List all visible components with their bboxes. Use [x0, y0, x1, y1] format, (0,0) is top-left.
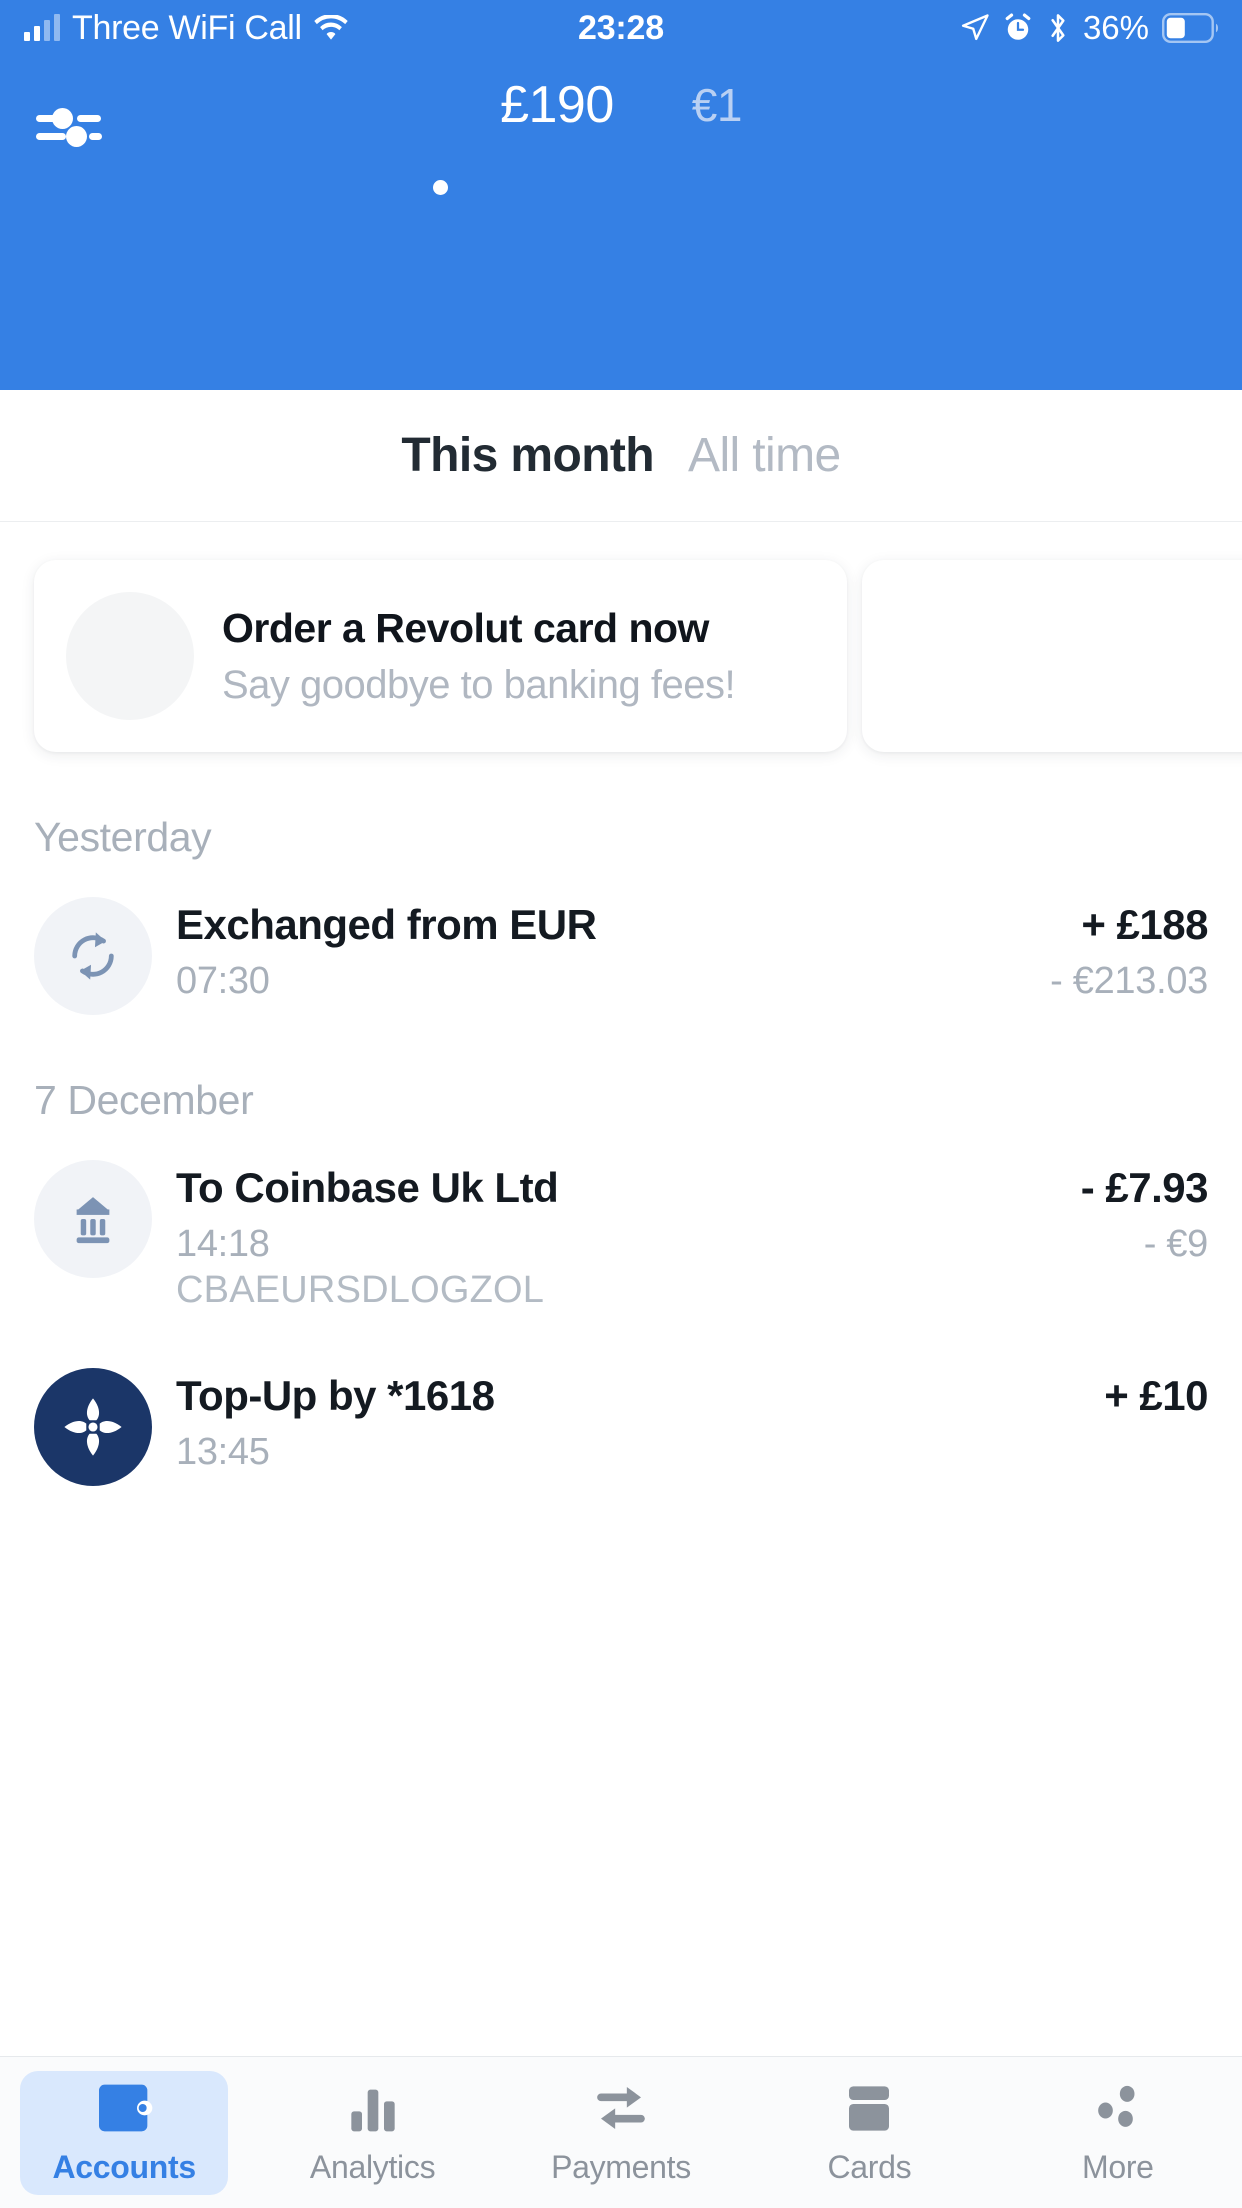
tab-label-cards: Cards — [827, 2149, 912, 2185]
balance-secondary: €1 — [691, 79, 743, 131]
bottom-tab-bar: Accounts Analytics Payments Cards More — [0, 2056, 1242, 2208]
transaction-amount-secondary: - €213.03 — [1050, 960, 1208, 1003]
clock-label: 23:28 — [578, 8, 664, 47]
app-screen: Three WiFi Call 23:28 36% £190 €1 This m… — [0, 0, 1242, 2208]
battery-icon — [1162, 13, 1222, 43]
alarm-clock-icon — [1003, 13, 1033, 43]
transaction-amounts: - £7.93 - €9 — [938, 1158, 1209, 1267]
promo-subtitle: Say goodbye to banking fees! — [222, 663, 736, 708]
promo-title: Order a Revolut card now — [222, 604, 709, 651]
more-dots-icon — [1091, 2079, 1145, 2133]
transfer-arrows-icon — [593, 2079, 649, 2133]
tab-label-payments: Payments — [551, 2149, 691, 2185]
period-tab-bar: This month All time — [0, 390, 1242, 522]
balance-primary: £190 — [500, 76, 614, 134]
wallet-icon — [95, 2079, 153, 2133]
tab-analytics[interactable]: Analytics — [248, 2057, 496, 2208]
transaction-reference: CBAEURSDLOGZOL — [176, 1269, 545, 1312]
credit-card-icon — [842, 2079, 896, 2133]
promo-carousel[interactable]: Order a Revolut card now Say goodbye to … — [0, 538, 1242, 778]
rbs-bank-logo-icon — [34, 1367, 152, 1486]
tab-all-time[interactable]: All time — [688, 428, 841, 483]
transaction-title: To Coinbase Uk Ltd — [176, 1164, 559, 1211]
transaction-time: 14:18 — [176, 1223, 270, 1266]
transaction-amounts: + £188 - €213.03 — [938, 895, 1208, 1004]
transaction-body: Top-Up by *1618 13:45 — [176, 1366, 938, 1475]
transaction-row-to-coinbase-uk-ltd[interactable]: To Coinbase Uk Ltd 14:18 CBAEURSDLOGZOL … — [0, 1132, 1242, 1340]
tab-payments[interactable]: Payments — [497, 2057, 745, 2208]
transaction-time: 13:45 — [176, 1430, 270, 1473]
promo-card-order-revolut-card[interactable]: Order a Revolut card now Say goodbye to … — [34, 560, 847, 752]
transaction-amount: + £188 — [1081, 901, 1208, 948]
tab-cards[interactable]: Cards — [745, 2057, 993, 2208]
transaction-body: Exchanged from EUR 07:30 — [176, 895, 938, 1004]
battery-percent-label: 36% — [1082, 9, 1149, 46]
header-balance-row: £190 €1 — [0, 56, 1242, 195]
bluetooth-icon — [1046, 12, 1070, 44]
transaction-amounts: + £10 — [938, 1366, 1208, 1419]
bar-chart-icon — [347, 2079, 399, 2133]
exchange-arrows-icon — [34, 897, 152, 1015]
promo-card-next[interactable] — [862, 560, 1242, 752]
tab-more[interactable]: More — [994, 2057, 1242, 2208]
transaction-amount-secondary: - €9 — [1143, 1223, 1209, 1266]
transaction-title: Top-Up by *1618 — [176, 1371, 495, 1419]
page-indicator-dot — [433, 180, 448, 195]
balance-carousel[interactable]: £190 €1 — [0, 56, 1242, 176]
transaction-row-top-up-by-1618[interactable]: Top-Up by *1618 13:45 + £10 — [0, 1340, 1242, 1512]
account-header: Three WiFi Call 23:28 36% £190 €1 — [0, 0, 1242, 390]
transaction-list: Yesterday Exchanged from EUR 07:30 + £18… — [0, 778, 1242, 1512]
tab-this-month[interactable]: This month — [401, 428, 654, 483]
transaction-amount: - £7.93 — [1080, 1164, 1209, 1211]
tab-label-more: More — [1081, 2149, 1154, 2185]
transaction-body: To Coinbase Uk Ltd 14:18 CBAEURSDLOGZOL — [176, 1158, 938, 1314]
tab-label-analytics: Analytics — [309, 2149, 436, 2185]
transaction-amount: + £10 — [1104, 1371, 1208, 1419]
bank-building-icon — [34, 1160, 152, 1278]
status-bar-right: 36% — [960, 0, 1222, 56]
transaction-title: Exchanged from EUR — [176, 901, 597, 948]
tab-accounts[interactable]: Accounts — [0, 2057, 248, 2208]
location-arrow-icon — [960, 13, 990, 43]
date-header-7-december: 7 December — [34, 1077, 254, 1123]
tab-label-accounts: Accounts — [52, 2149, 197, 2185]
transaction-row-exchanged-from-eur[interactable]: Exchanged from EUR 07:30 + £188 - €213.0… — [0, 869, 1242, 1041]
date-header-yesterday: Yesterday — [34, 814, 212, 860]
transaction-time: 07:30 — [176, 960, 270, 1003]
promo-text: Order a Revolut card now Say goodbye to … — [222, 604, 736, 708]
drone-delivery-card-icon — [66, 592, 194, 720]
status-bar: Three WiFi Call 23:28 36% — [0, 0, 1242, 56]
